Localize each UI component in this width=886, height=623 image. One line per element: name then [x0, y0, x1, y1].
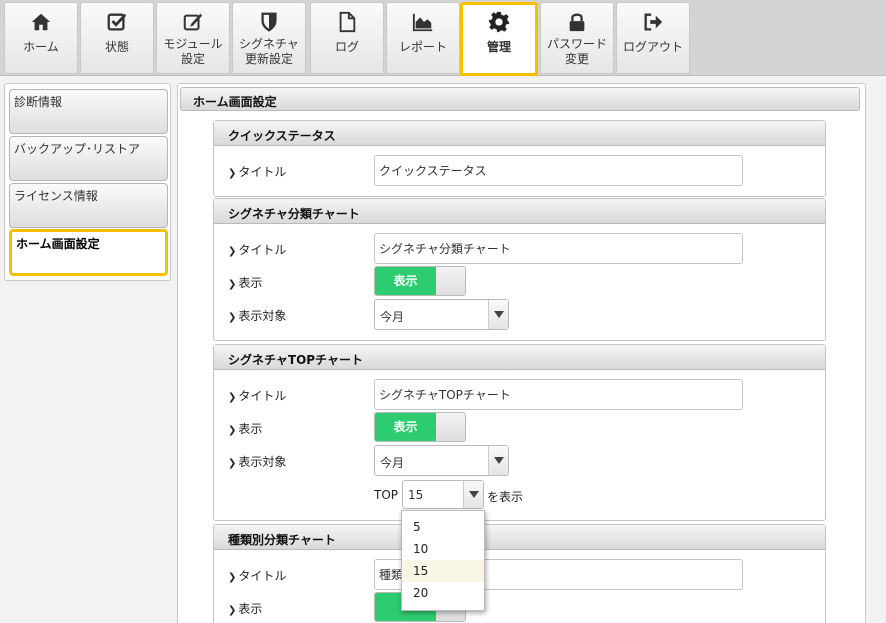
tab-status[interactable]: 状態 — [80, 2, 154, 74]
panel-type-category-chart: 種類別分類チャート タイトル 表示 — [213, 524, 826, 623]
main-content: ホーム画面設定 クイックステータス タイトル シグネチャ分類チャート タイトル … — [177, 83, 866, 623]
title-label: タイトル — [228, 163, 286, 180]
chevron-down-icon — [488, 446, 508, 475]
select-value: 今月 — [380, 456, 405, 470]
dropdown-option[interactable]: 10 — [402, 538, 484, 560]
tab-label: パスワード 変更 — [546, 37, 607, 66]
quick-status-title-input[interactable] — [374, 155, 743, 186]
sidebar-item-home-screen-settings[interactable]: ホーム画面設定 — [9, 229, 168, 276]
tab-signature-update[interactable]: シグネチャ 更新設定 — [232, 2, 306, 74]
tab-label: ログ — [334, 40, 359, 54]
sign-out-icon — [617, 11, 689, 33]
top-count-select[interactable]: 15 — [402, 480, 484, 509]
document-icon — [311, 11, 383, 33]
toggle-on-label: 表示 — [375, 267, 436, 295]
display-label: 表示 — [228, 274, 262, 291]
sidebar-item-diagnostics[interactable]: 診断情報 — [9, 89, 168, 134]
sidebar-item-label: ライセンス情報 — [14, 189, 98, 203]
top-suffix-label: を表示 — [487, 490, 524, 504]
select-value: 今月 — [380, 310, 405, 324]
select-value: 15 — [408, 488, 424, 502]
display-label: 表示 — [228, 420, 262, 437]
signature-category-display-toggle[interactable]: 表示 — [374, 266, 466, 296]
panel-signature-category-chart: シグネチャ分類チャート タイトル 表示 表示 表示対象 今月 — [213, 198, 826, 341]
signature-category-target-select[interactable]: 今月 — [374, 299, 509, 330]
signature-category-title-input[interactable] — [374, 233, 743, 264]
tab-label: モジュール 設定 — [163, 37, 223, 66]
tab-label: ログアウト — [622, 40, 683, 54]
tab-label: ホーム — [23, 40, 59, 54]
home-icon — [5, 11, 77, 33]
shield-icon — [233, 11, 305, 33]
signature-top-target-select[interactable]: 今月 — [374, 445, 509, 476]
sidebar-item-label: バックアップ･リストア — [14, 142, 141, 156]
panel-heading: クイックステータス — [214, 121, 825, 146]
page-title: ホーム画面設定 — [180, 87, 860, 111]
tab-home[interactable]: ホーム — [4, 2, 78, 74]
chevron-down-icon — [488, 300, 508, 329]
panel-heading: 種類別分類チャート — [214, 525, 825, 550]
tab-module-settings[interactable]: モジュール 設定 — [156, 2, 230, 74]
check-square-icon — [81, 11, 153, 33]
tab-logout[interactable]: ログアウト — [616, 2, 690, 74]
sidebar-item-license[interactable]: ライセンス情報 — [9, 183, 168, 228]
title-label: タイトル — [228, 567, 286, 584]
panel-quick-status: クイックステータス タイトル — [213, 120, 826, 197]
tab-label: シグネチャ 更新設定 — [239, 37, 299, 66]
lock-icon — [541, 11, 613, 33]
top-navigation: ホーム 状態 モジュール 設定 シグネチャ 更新設定 ログ レポート 管理 パス… — [0, 0, 886, 76]
title-label: タイトル — [228, 241, 286, 258]
target-label: 表示対象 — [228, 307, 286, 324]
sidebar-item-label: ホーム画面設定 — [16, 237, 100, 251]
edit-icon — [157, 11, 229, 33]
signature-top-title-input[interactable] — [374, 379, 743, 410]
area-chart-icon — [387, 11, 459, 33]
top-prefix-label: TOP — [374, 488, 399, 502]
tab-management[interactable]: 管理 — [460, 2, 538, 76]
title-label: タイトル — [228, 387, 286, 404]
display-label: 表示 — [228, 600, 262, 617]
tab-password-change[interactable]: パスワード 変更 — [540, 2, 614, 74]
tab-report[interactable]: レポート — [386, 2, 460, 74]
dropdown-option[interactable]: 20 — [402, 582, 484, 604]
dropdown-option-selected[interactable]: 15 — [402, 560, 484, 582]
sidebar-item-backup-restore[interactable]: バックアップ･リストア — [9, 136, 168, 181]
gear-icon — [463, 11, 535, 33]
tab-label: レポート — [398, 40, 447, 54]
panel-signature-top-chart: シグネチャTOPチャート タイトル 表示 表示 表示対象 今月 TOP 15 を… — [213, 344, 826, 521]
panel-heading: シグネチャTOPチャート — [214, 345, 825, 370]
tab-label: 状態 — [104, 40, 129, 54]
tab-log[interactable]: ログ — [310, 2, 384, 74]
panel-heading: シグネチャ分類チャート — [214, 199, 825, 224]
target-label: 表示対象 — [228, 453, 286, 470]
dropdown-option[interactable]: 5 — [402, 516, 484, 538]
top-count-dropdown: 5 10 15 20 — [401, 510, 485, 611]
sidebar: 診断情報 バックアップ･リストア ライセンス情報 ホーム画面設定 — [4, 83, 171, 281]
signature-top-display-toggle[interactable]: 表示 — [374, 412, 466, 442]
toggle-on-label: 表示 — [375, 413, 436, 441]
tab-label: 管理 — [486, 40, 511, 54]
chevron-down-icon — [463, 481, 483, 508]
sidebar-item-label: 診断情報 — [14, 95, 63, 109]
